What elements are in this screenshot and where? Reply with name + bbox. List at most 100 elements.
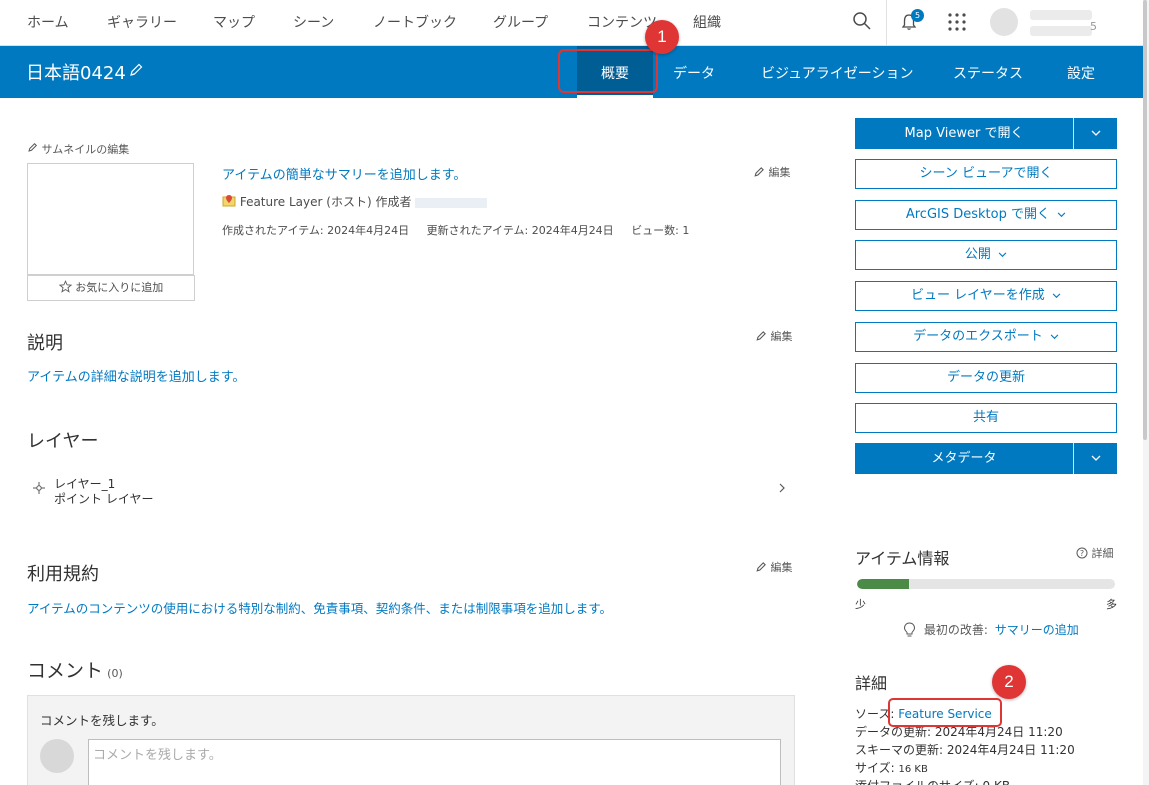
comments-count: (0) bbox=[107, 667, 123, 680]
pencil-icon bbox=[755, 330, 767, 343]
publish-label: 公開 bbox=[964, 247, 991, 262]
user-name-redacted bbox=[1030, 10, 1092, 20]
favorite-label: お気に入りに追加 bbox=[75, 281, 164, 294]
progress-high-label: 多 bbox=[1106, 598, 1117, 611]
tip-label: 最初の改善: bbox=[923, 623, 988, 637]
edit-label: 編集 bbox=[770, 561, 793, 574]
size-label: サイズ: bbox=[855, 761, 895, 775]
open-map-viewer-label: Map Viewer で開く bbox=[904, 126, 1024, 141]
nav-groups[interactable]: グループ bbox=[493, 12, 548, 32]
detail-label: 詳細 bbox=[1091, 547, 1114, 560]
thumbnail-edit-label: サムネイルの編集 bbox=[41, 143, 130, 156]
item-thumbnail bbox=[27, 163, 194, 275]
description-title: 説明 bbox=[27, 333, 63, 354]
chevron-down-icon bbox=[1054, 207, 1066, 222]
add-favorite-button[interactable]: お気に入りに追加 bbox=[27, 275, 195, 301]
nav-gallery[interactable]: ギャラリー bbox=[107, 12, 177, 32]
chevron-down-icon bbox=[1047, 329, 1059, 344]
chevron-down-icon bbox=[1049, 288, 1061, 303]
item-title: 日本語0424 bbox=[26, 63, 126, 84]
detail-attachments: 添付ファイルのサイズ: 0 KB bbox=[855, 777, 1010, 785]
tab-visualization[interactable]: ビジュアライゼーション bbox=[761, 63, 913, 83]
details-title: 詳細 bbox=[855, 674, 888, 693]
size-value: 16 KB bbox=[898, 764, 928, 775]
tab-settings[interactable]: 設定 bbox=[1067, 63, 1095, 83]
user-avatar[interactable] bbox=[990, 8, 1018, 36]
item-stats: 作成されたアイテム: 2024年4月24日 更新されたアイテム: 2024年4月… bbox=[222, 222, 689, 238]
create-view-label: ビュー レイヤーを作成 bbox=[911, 288, 1045, 303]
pencil-icon bbox=[755, 561, 767, 574]
open-map-viewer-button[interactable]: Map Viewer で開く bbox=[855, 118, 1117, 149]
metadata-label: メタデータ bbox=[931, 451, 997, 466]
comment-input[interactable]: コメントを残します。 bbox=[88, 739, 781, 785]
description-edit-button[interactable]: 編集 bbox=[755, 328, 793, 344]
nav-scene[interactable]: シーン bbox=[293, 12, 334, 32]
thumbnail-edit-link[interactable]: サムネイルの編集 bbox=[27, 141, 129, 157]
layer-row[interactable]: レイヤー_1 ポイント レイヤー bbox=[27, 471, 795, 511]
detail-size: サイズ: 16 KB bbox=[855, 759, 928, 776]
add-summary-link[interactable]: アイテムの簡単なサマリーを追加します。 bbox=[222, 164, 466, 183]
callout-highlight-overview-tab bbox=[558, 49, 658, 93]
chevron-down-icon[interactable] bbox=[1074, 443, 1117, 474]
comments-title: コメント bbox=[27, 660, 104, 682]
nav-notebook[interactable]: ノートブック bbox=[373, 12, 457, 32]
point-layer-icon bbox=[33, 482, 45, 498]
publish-button[interactable]: 公開 bbox=[855, 240, 1117, 270]
scrollbar-thumb[interactable] bbox=[1143, 0, 1147, 440]
pencil-icon bbox=[27, 142, 38, 156]
search-icon[interactable] bbox=[852, 11, 872, 35]
summary-edit-button[interactable]: 編集 bbox=[753, 164, 791, 180]
item-info-title: アイテム情報 bbox=[855, 549, 950, 568]
notification-badge: 5 bbox=[911, 9, 924, 22]
detail-schema-updated: スキーマの更新: 2024年4月24日 11:20 bbox=[855, 743, 1075, 757]
updated-date: 更新されたアイテム: 2024年4月24日 bbox=[426, 224, 614, 237]
item-info-detail-link[interactable]: ? 詳細 bbox=[1076, 545, 1114, 561]
layers-title: レイヤー bbox=[27, 431, 99, 452]
tab-data[interactable]: データ bbox=[673, 63, 715, 83]
update-data-button[interactable]: データの更新 bbox=[855, 363, 1117, 393]
comments-heading: コメント (0) bbox=[27, 656, 123, 683]
item-info-progress-fill bbox=[857, 579, 909, 589]
help-icon: ? bbox=[1076, 547, 1088, 560]
commenter-avatar bbox=[40, 739, 74, 773]
tab-active-indicator bbox=[577, 95, 653, 98]
star-icon bbox=[58, 280, 73, 294]
export-label: データのエクスポート bbox=[913, 329, 1043, 344]
callout-marker-1: 1 bbox=[645, 20, 679, 54]
feature-layer-icon bbox=[222, 195, 236, 209]
add-terms-link[interactable]: アイテムのコンテンツの使用における特別な制約、免責事項、契約条件、または制限事項… bbox=[27, 598, 612, 617]
pencil-icon[interactable] bbox=[128, 62, 144, 82]
add-summary-tip-link[interactable]: サマリーの追加 bbox=[995, 623, 1079, 637]
callout-marker-2: 2 bbox=[992, 665, 1026, 699]
metadata-button[interactable]: メタデータ bbox=[855, 443, 1117, 474]
edit-label: 編集 bbox=[770, 330, 793, 343]
nav-map[interactable]: マップ bbox=[213, 12, 255, 32]
arcgis-desktop-label: ArcGIS Desktop で開く bbox=[905, 207, 1050, 222]
open-arcgis-desktop-button[interactable]: ArcGIS Desktop で開く bbox=[855, 200, 1117, 230]
chevron-right-icon bbox=[777, 482, 787, 498]
edit-label: 編集 bbox=[768, 166, 791, 179]
owner-redacted bbox=[415, 197, 488, 208]
app-launcher-icon[interactable] bbox=[948, 13, 966, 35]
item-info-progress bbox=[857, 579, 1115, 589]
nav-divider bbox=[886, 0, 887, 46]
chevron-down-icon[interactable] bbox=[1074, 118, 1117, 149]
item-type-line: Feature Layer (ホスト) 作成者 bbox=[222, 193, 488, 210]
terms-title: 利用規約 bbox=[27, 564, 99, 585]
top-navigation: ホーム ギャラリー マップ シーン ノートブック グループ コンテンツ 組織 5… bbox=[0, 0, 1143, 46]
created-date: 作成されたアイテム: 2024年4月24日 bbox=[222, 224, 410, 237]
layer-type: ポイント レイヤー bbox=[54, 492, 154, 506]
export-data-button[interactable]: データのエクスポート bbox=[855, 322, 1117, 352]
pencil-icon bbox=[753, 166, 765, 179]
terms-edit-button[interactable]: 編集 bbox=[755, 559, 793, 575]
create-view-layer-button[interactable]: ビュー レイヤーを作成 bbox=[855, 281, 1117, 311]
user-suffix: 5 bbox=[1090, 20, 1097, 33]
open-scene-viewer-button[interactable]: シーン ビューアで開く bbox=[855, 159, 1117, 189]
share-button[interactable]: 共有 bbox=[855, 403, 1117, 433]
svg-text:?: ? bbox=[1080, 549, 1084, 558]
add-description-link[interactable]: アイテムの詳細な説明を追加します。 bbox=[27, 366, 245, 385]
nav-home[interactable]: ホーム bbox=[27, 12, 69, 32]
nav-organization[interactable]: 組織 bbox=[693, 12, 721, 32]
chevron-down-icon bbox=[995, 247, 1007, 262]
tab-status[interactable]: ステータス bbox=[953, 63, 1023, 83]
